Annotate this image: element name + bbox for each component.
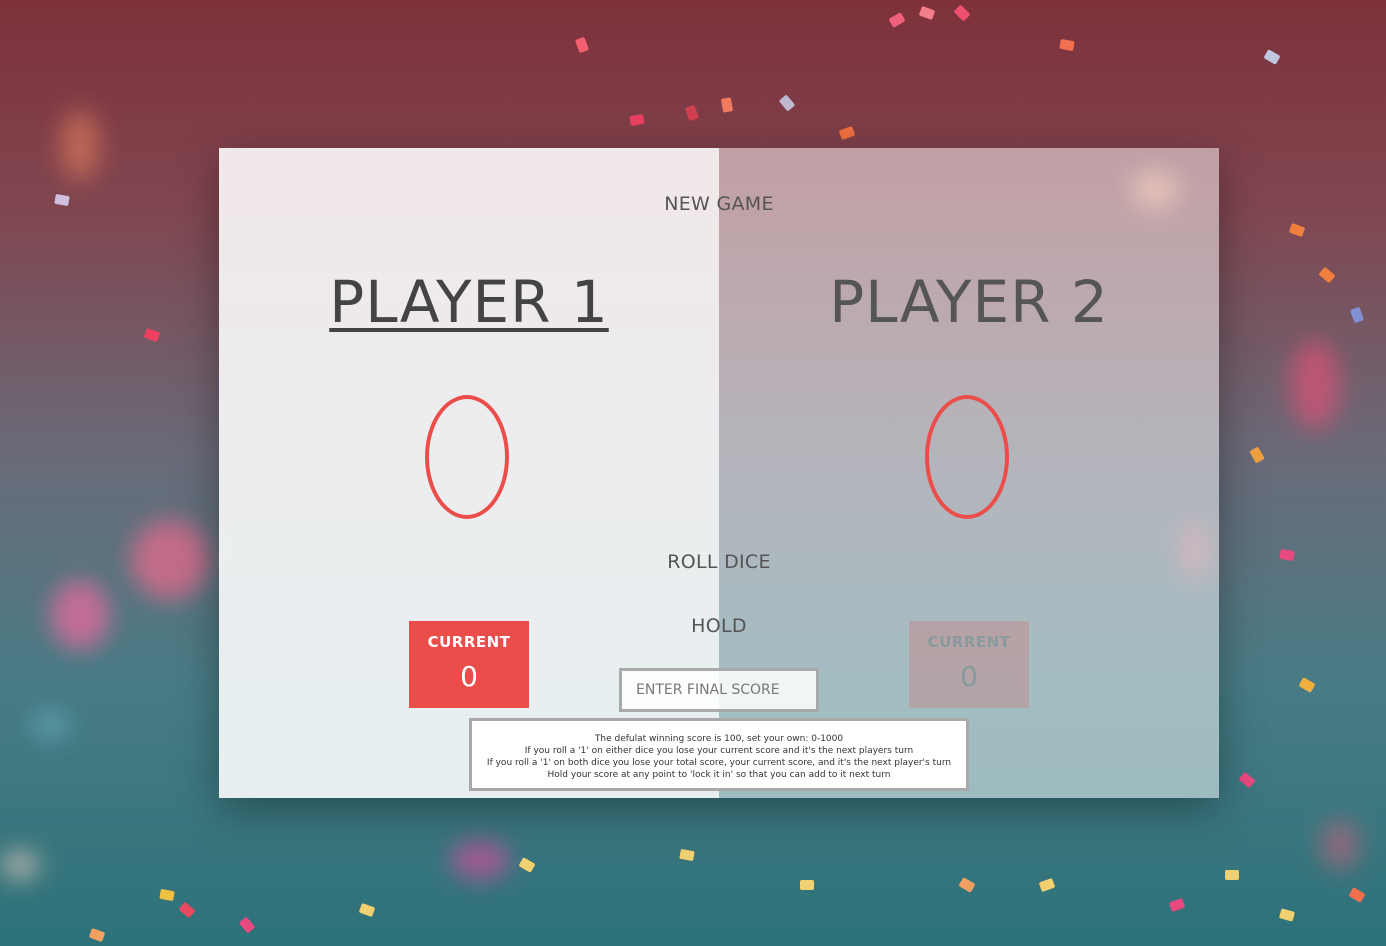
roll-dice-button[interactable]: ROLL DICE bbox=[619, 550, 819, 574]
game-board: PLAYER 1 0 CURRENT 0 PLAYER 2 0 CURRENT … bbox=[219, 148, 1219, 798]
player-2-current-value: 0 bbox=[960, 660, 978, 693]
final-score-input[interactable] bbox=[619, 668, 819, 712]
player-1-current-label: CURRENT bbox=[427, 633, 511, 651]
player-1-current-box: CURRENT 0 bbox=[409, 621, 529, 708]
hold-button[interactable]: HOLD bbox=[619, 614, 819, 638]
rules-box: The defulat winning score is 100, set yo… bbox=[469, 718, 969, 791]
player-2-current-box: CURRENT 0 bbox=[909, 621, 1029, 708]
rule-line: If you roll a '1' on either dice you los… bbox=[524, 746, 914, 756]
player-2-name: PLAYER 2 bbox=[829, 268, 1109, 336]
player-2-current-label: CURRENT bbox=[927, 633, 1011, 651]
player-1-name: PLAYER 1 bbox=[329, 268, 609, 336]
rule-line: Hold your score at any point to 'lock it… bbox=[547, 770, 891, 780]
rule-line: The defulat winning score is 100, set yo… bbox=[594, 734, 844, 744]
player-1-total-score: 0 bbox=[425, 395, 509, 519]
rule-line: If you roll a '1' on both dice you lose … bbox=[486, 758, 952, 768]
player-1-current-value: 0 bbox=[460, 660, 478, 693]
new-game-button[interactable]: NEW GAME bbox=[619, 192, 819, 216]
player-2-total-score: 0 bbox=[925, 395, 1009, 519]
